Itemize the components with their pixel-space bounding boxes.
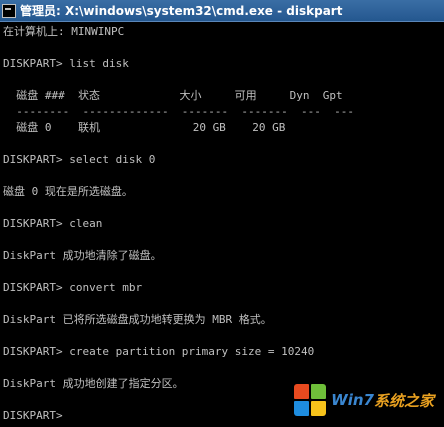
cmd-icon: [2, 3, 16, 18]
watermark: Win7 系统之家: [293, 383, 434, 417]
console-line: 磁盘 0 联机 20 GB 20 GB: [3, 121, 286, 134]
console-line: DISKPART> clean: [3, 217, 103, 230]
console-output[interactable]: 在计算机上: MINWINPC DISKPART> list disk 磁盘 #…: [3, 24, 443, 427]
console-line: DiskPart 成功地清除了磁盘。: [3, 249, 162, 262]
windows-logo-icon: [293, 383, 327, 417]
console-line: DISKPART> create partition primary size …: [3, 345, 315, 358]
watermark-brand: Win7: [331, 391, 374, 409]
console-prompt: DISKPART>: [3, 409, 70, 422]
console-line: DISKPART> convert mbr: [3, 281, 143, 294]
cmd-window: 管理员: X:\windows\system32\cmd.exe - diskp…: [0, 0, 444, 427]
console-line: DISKPART> select disk 0: [3, 153, 156, 166]
console-line: DiskPart 已将所选磁盘成功地转更换为 MBR 格式。: [3, 313, 272, 326]
console-line: DiskPart 成功地创建了指定分区。: [3, 377, 184, 390]
watermark-suffix: 系统之家: [373, 391, 434, 410]
console-line: 磁盘 0 现在是所选磁盘。: [3, 185, 133, 198]
title-bar[interactable]: 管理员: X:\windows\system32\cmd.exe - diskp…: [0, 0, 444, 22]
console-line: 在计算机上: MINWINPC: [3, 25, 125, 38]
window-title: 管理员: X:\windows\system32\cmd.exe - diskp…: [20, 4, 343, 18]
console-line: 磁盘 ### 状态 大小 可用 Dyn Gpt: [3, 89, 343, 102]
console-line: DISKPART> list disk: [3, 57, 129, 70]
console-line: -------- ------------- ------- ------- -…: [3, 105, 354, 118]
